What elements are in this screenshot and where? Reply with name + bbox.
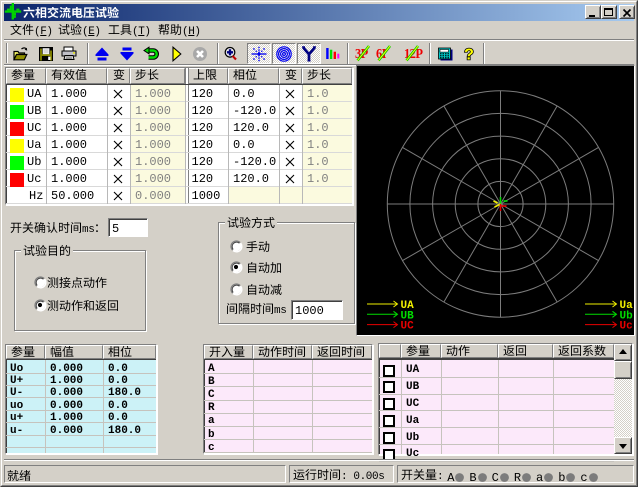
svg-text:Uc: Uc (620, 321, 633, 333)
svg-text:?: ? (464, 46, 474, 62)
svg-text:UC: UC (401, 321, 415, 333)
